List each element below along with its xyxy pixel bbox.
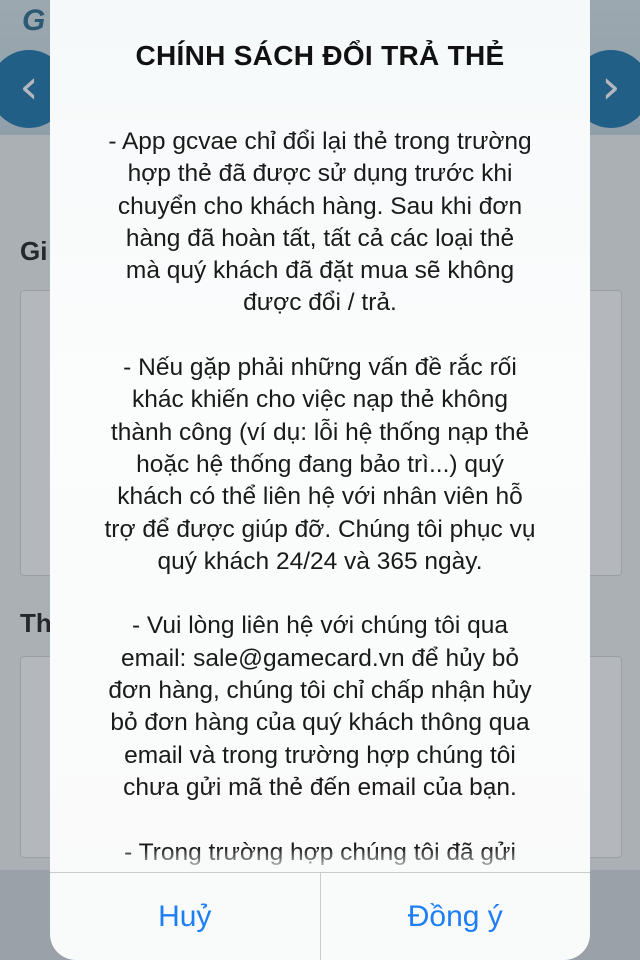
dialog-button-bar: Huỷ Đồng ý bbox=[50, 872, 590, 960]
agree-button[interactable]: Đồng ý bbox=[321, 873, 591, 960]
cancel-button[interactable]: Huỷ bbox=[50, 873, 321, 960]
dialog-message-scroll[interactable]: - App gcvae chỉ đổi lại thẻ trong trường… bbox=[70, 126, 570, 872]
dialog-title: CHÍNH SÁCH ĐỔI TRẢ THẺ bbox=[135, 40, 505, 71]
policy-paragraph: - App gcvae chỉ đổi lại thẻ trong trường… bbox=[108, 128, 532, 317]
policy-paragraph: - Vui lòng liên hệ với chúng tôi qua ema… bbox=[108, 612, 532, 801]
scroll-fade bbox=[50, 848, 590, 872]
policy-paragraph: - Nếu gặp phải những vấn đề rắc rối khác… bbox=[104, 354, 536, 575]
alert-dialog: CHÍNH SÁCH ĐỔI TRẢ THẺ - App gcvae chỉ đ… bbox=[50, 0, 590, 960]
